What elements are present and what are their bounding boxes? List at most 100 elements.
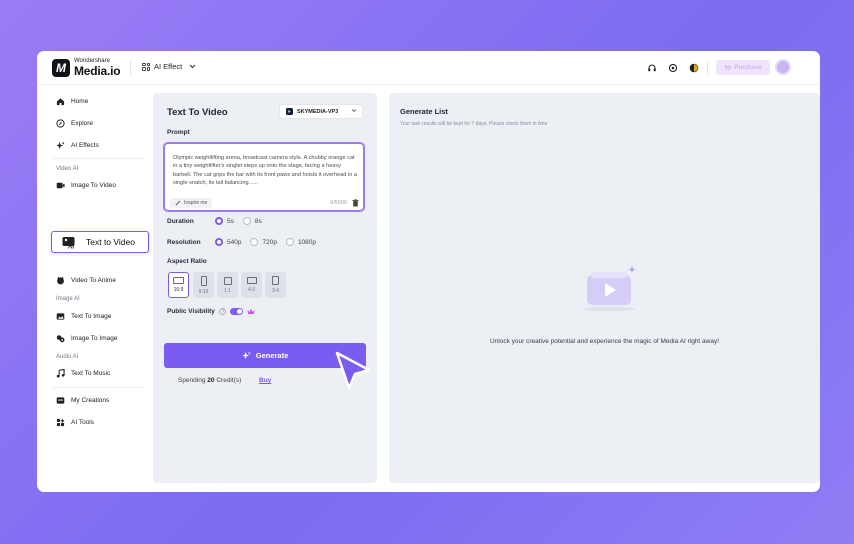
- sidebar-item-text-to-music[interactable]: Text To Music: [56, 369, 110, 378]
- trash-icon[interactable]: [352, 199, 359, 207]
- purchase-button[interactable]: Purchase: [716, 60, 770, 75]
- duration-options: 5s 8s: [215, 217, 271, 225]
- sidebar-item-image-to-image[interactable]: Image To Image: [56, 334, 118, 343]
- inspire-me-label: Inspire me: [184, 200, 208, 206]
- public-visibility-toggle[interactable]: [230, 308, 243, 315]
- duration-option-5s[interactable]: 5s: [215, 217, 234, 225]
- duration-label: Duration: [167, 218, 194, 225]
- prompt-text[interactable]: Olympic weightlifting arena, broadcast c…: [173, 154, 359, 187]
- sidebar-item-label: Explore: [71, 120, 94, 127]
- logo-icon[interactable]: M: [52, 59, 70, 77]
- resolution-option-720p[interactable]: 720p: [250, 238, 277, 246]
- sidebar-item-label: AI Effects: [71, 142, 99, 149]
- prompt-textarea[interactable]: Olympic weightlifting arena, broadcast c…: [163, 142, 365, 212]
- text-image-icon: [56, 313, 65, 320]
- user-avatar[interactable]: [775, 59, 791, 75]
- generate-list-panel: Generate List Your task results will be …: [389, 93, 820, 483]
- magic-wand-icon: [175, 200, 181, 206]
- sidebar-item-label: Text to Video: [86, 237, 135, 247]
- tools-icon: [56, 418, 65, 427]
- radio-unselected[interactable]: [250, 238, 259, 246]
- section-label-image-ai: Image AI: [56, 296, 80, 302]
- image-image-icon: [56, 335, 65, 343]
- sidebar-item-video-to-anime[interactable]: Video To Anime: [56, 276, 116, 285]
- settings-icon[interactable]: [667, 62, 678, 73]
- sidebar-divider: [53, 158, 145, 159]
- pointer-cursor-icon: [335, 351, 371, 390]
- chevron-down-icon: [351, 109, 357, 113]
- purchase-label: Purchase: [734, 64, 762, 71]
- home-icon: [56, 98, 65, 106]
- logo-name[interactable]: Media.io: [74, 64, 121, 78]
- svg-text:?: ?: [221, 310, 224, 316]
- top-header: M Wondershare Media.io AI Effect Purchas…: [37, 51, 820, 85]
- svg-text:AI: AI: [68, 244, 74, 249]
- prompt-label: Prompt: [167, 129, 190, 136]
- option-label: 1:1: [224, 287, 231, 294]
- sidebar-item-ai-tools[interactable]: AI Tools: [56, 418, 94, 427]
- theme-toggle-icon[interactable]: [688, 62, 699, 73]
- option-label: 8s: [254, 217, 262, 225]
- character-count: 0/5000: [330, 200, 347, 206]
- generate-label: Generate: [255, 351, 289, 360]
- option-label: 16:9: [173, 287, 184, 293]
- music-icon: [56, 369, 65, 378]
- ai-effect-menu[interactable]: AI Effect: [142, 62, 196, 71]
- model-selector[interactable]: SKYMEDIA-VP3: [279, 104, 363, 119]
- sidebar-item-label: My Creations: [71, 397, 110, 404]
- option-label: 5s: [227, 217, 234, 225]
- sidebar-item-text-to-image[interactable]: Text To Image: [56, 312, 111, 321]
- sidebar-item-my-creations[interactable]: My Creations: [56, 396, 109, 405]
- buy-link[interactable]: Buy: [259, 377, 271, 384]
- section-label-video-ai: Video AI: [56, 166, 79, 172]
- radio-selected[interactable]: [215, 217, 223, 225]
- aspect-option-4-3[interactable]: 4:3: [241, 272, 262, 298]
- ai-text-video-icon: AI: [62, 236, 75, 249]
- panel-title: Text To Video: [167, 107, 228, 118]
- empty-video-illustration: [583, 266, 636, 312]
- resolution-label: Resolution: [167, 239, 201, 246]
- crown-icon: [247, 308, 255, 314]
- chevron-down-icon: [189, 64, 196, 69]
- option-label: 720p: [262, 238, 277, 246]
- option-label: 4:3: [248, 287, 255, 293]
- inspire-me-button[interactable]: Inspire me: [170, 198, 213, 208]
- sidebar-item-label: Video To Anime: [71, 277, 116, 284]
- sidebar-item-label: Image To Video: [71, 182, 116, 189]
- headset-icon[interactable]: [646, 62, 657, 73]
- radio-unselected[interactable]: [285, 238, 294, 246]
- image-video-icon: [56, 182, 65, 189]
- aspect-option-9-16[interactable]: 9:16: [193, 272, 214, 298]
- ratio-shape-icon: [272, 276, 279, 285]
- generate-list-subtitle: Your task results will be kept for 7 day…: [400, 121, 548, 127]
- option-label: 1080p: [297, 238, 317, 246]
- duration-option-8s[interactable]: 8s: [242, 217, 262, 225]
- sidebar-item-home[interactable]: Home: [56, 97, 88, 106]
- sidebar-item-label: AI Tools: [71, 419, 95, 426]
- aspect-option-3-4[interactable]: 3:4: [265, 272, 286, 298]
- info-icon[interactable]: ?: [219, 308, 226, 315]
- option-label: 9:16: [198, 288, 209, 295]
- resolution-options: 540p 720p 1080p: [215, 238, 325, 246]
- model-name: SKYMEDIA-VP3: [297, 108, 339, 115]
- header-divider-right: [707, 61, 708, 75]
- aspect-option-16-9[interactable]: 16:9: [168, 272, 189, 298]
- sidebar-item-ai-effects[interactable]: AI Effects: [56, 141, 99, 150]
- app-window: M Wondershare Media.io AI Effect Purchas…: [37, 51, 820, 492]
- ratio-shape-icon: [246, 277, 257, 284]
- ratio-shape-icon: [200, 275, 207, 286]
- resolution-option-1080p[interactable]: 1080p: [285, 238, 317, 246]
- resolution-option-540p[interactable]: 540p: [215, 238, 241, 246]
- radio-unselected[interactable]: [242, 217, 251, 225]
- sidebar-item-image-to-video[interactable]: Image To Video: [56, 181, 116, 190]
- option-label: 540p: [227, 238, 242, 246]
- aspect-option-1-1[interactable]: 1:1: [217, 272, 238, 298]
- spend-suffix: Credit(s): [216, 377, 242, 384]
- radio-selected[interactable]: [215, 238, 223, 246]
- sparkle-icon: [56, 141, 65, 150]
- sidebar: Home Explore AI Effects Video AI Image T…: [37, 85, 153, 492]
- sidebar-item-explore[interactable]: Explore: [56, 119, 93, 128]
- generate-list-title: Generate List: [400, 107, 448, 116]
- sidebar-item-text-to-video[interactable]: AI Text to Video: [51, 231, 149, 253]
- sidebar-item-label: Text To Image: [71, 313, 112, 320]
